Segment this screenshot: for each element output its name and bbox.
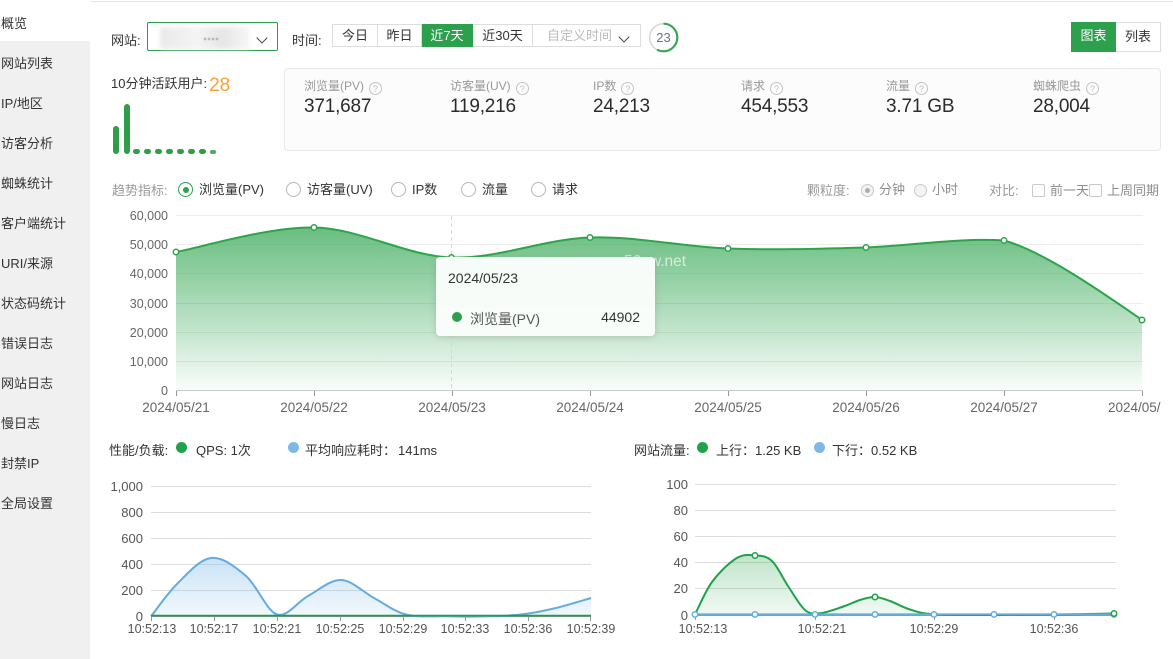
svg-text:60: 60 (674, 529, 688, 544)
svg-text:10:52:13: 10:52:13 (679, 622, 728, 636)
svg-text:40: 40 (674, 555, 688, 570)
svg-text:10:52:21: 10:52:21 (798, 622, 847, 636)
svg-text:80: 80 (674, 503, 688, 518)
svg-text:10:52:25: 10:52:25 (316, 622, 365, 636)
svg-text:10:52:39: 10:52:39 (567, 622, 616, 636)
svg-text:10:52:29: 10:52:29 (910, 622, 959, 636)
svg-text:10:52:36: 10:52:36 (504, 622, 553, 636)
svg-text:0: 0 (681, 608, 688, 623)
svg-text:600: 600 (121, 531, 143, 546)
svg-text:200: 200 (121, 583, 143, 598)
svg-text:10:52:17: 10:52:17 (190, 622, 239, 636)
svg-text:800: 800 (121, 505, 143, 520)
svg-text:1,000: 1,000 (110, 479, 143, 494)
svg-text:10:52:29: 10:52:29 (379, 622, 428, 636)
svg-text:100: 100 (666, 477, 688, 492)
svg-text:20: 20 (674, 581, 688, 596)
svg-text:400: 400 (121, 557, 143, 572)
svg-text:10:52:13: 10:52:13 (128, 622, 177, 636)
svg-text:10:52:21: 10:52:21 (253, 622, 302, 636)
svg-text:10:52:36: 10:52:36 (1030, 622, 1079, 636)
svg-text:10:52:33: 10:52:33 (441, 622, 490, 636)
